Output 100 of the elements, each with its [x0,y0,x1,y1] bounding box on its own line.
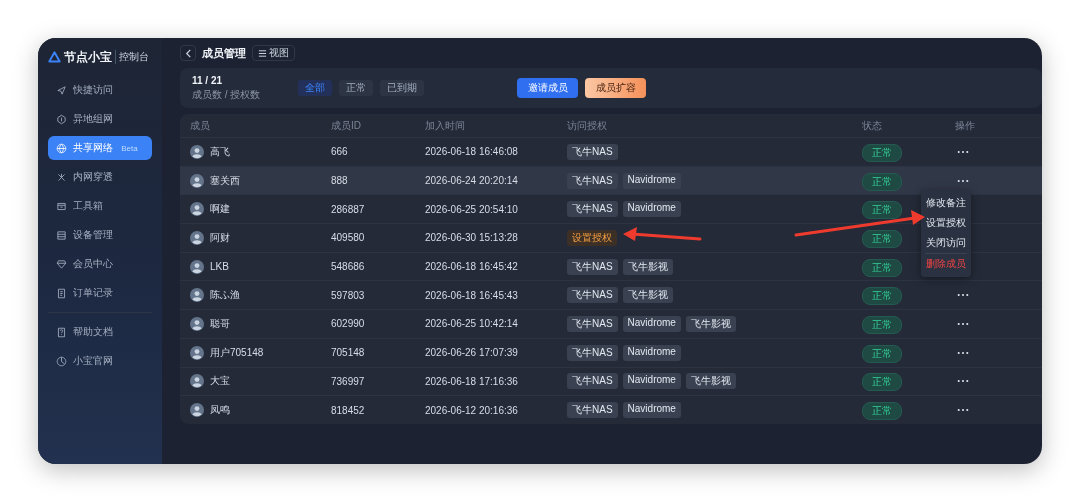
menu-item[interactable]: 修改备注 [921,192,971,213]
member-id: 705148 [331,347,366,359]
table-row[interactable]: 聪哥 602990 2026-06-25 10:42:14 飞牛NAS Navidrome 飞牛影视 正常 [180,309,1042,338]
avatar-icon [190,345,204,360]
table-row[interactable]: 高飞 666 2026-06-18 16:46:08 飞牛NAS 正常 [180,137,1042,166]
member-id: 597803 [331,289,366,301]
member-name: 塞关西 [210,173,240,188]
access-tag: 飞牛NAS [567,344,618,361]
table-row[interactable]: 凤鸣 818452 2026-06-12 20:16:36 飞牛NAS Navidrome 正常 [180,395,1042,424]
ellipsis-icon [957,321,969,326]
join-time: 2026-06-24 20:20:14 [425,175,519,187]
filter-tab[interactable]: 已到期 [380,80,424,96]
menu-icon [258,48,267,58]
ellipsis-icon [957,350,969,355]
avatar-icon [190,374,204,389]
logo-icon [48,50,61,64]
access-tag: 飞牛NAS [567,172,618,189]
nav-icon [56,355,67,367]
status-badge: 正常 [862,201,902,220]
table-row[interactable]: 用户705148 705148 2026-06-26 17:07:39 飞牛NAS Navidrome 正常 [180,337,1042,367]
avatar-icon [190,316,204,331]
menu-item[interactable]: 删除成员 [921,253,971,274]
access-tag: 飞牛影视 [622,287,673,304]
ellipsis-icon [957,379,969,384]
access-tag: 飞牛NAS [567,373,618,390]
access-tag: 飞牛NAS [567,315,618,332]
table-row[interactable]: 大宝 736997 2026-06-18 17:16:36 飞牛NAS Navidrome 飞牛影视 正常 [180,366,1042,396]
member-name: 凤鸣 [210,403,230,418]
nav-icon [56,258,67,270]
back-button[interactable] [180,45,196,61]
sidebar-item[interactable]: 共享网络 Beta [48,136,152,160]
expand-button[interactable]: 成员扩容 [585,78,646,98]
access-tag: 飞牛影视 [685,315,736,332]
table-row[interactable]: 陈ふ渔 597803 2026-06-18 16:45:43 飞牛NAS 飞牛影视 正常 [180,280,1042,310]
member-id: 818452 [331,404,366,416]
column-header: 状态 [862,118,883,133]
nav-icon [56,171,67,183]
filter-tab[interactable]: 正常 [339,80,373,96]
sidebar-item[interactable]: 工具箱 [48,194,152,218]
member-name: 啊建 [210,202,230,217]
access-tag: 飞牛NAS [567,201,618,218]
member-id: 736997 [331,375,366,387]
sidebar-item[interactable]: 会员中心 [48,252,152,276]
invite-button[interactable]: 邀请成员 [517,78,578,98]
access-tag: Navidrome [622,344,681,361]
access-tag: 飞牛NAS [567,402,618,419]
sidebar-item[interactable]: 快捷访问 [48,78,152,102]
member-name: LKB [210,261,229,273]
column-header: 成员ID [331,118,362,133]
ellipsis-icon [957,293,969,298]
nav-icon [56,113,67,125]
nav-icon [56,326,67,338]
page-title: 成员管理 [202,45,246,61]
member-id: 548686 [331,261,366,273]
status-badge: 正常 [862,172,902,191]
status-badge: 正常 [862,373,902,392]
menu-item[interactable]: 关闭访问 [921,232,971,253]
sidebar-item[interactable]: 帮助文档 [48,320,152,344]
join-time: 2026-06-18 16:45:42 [425,261,519,273]
sidebar-item[interactable]: 异地组网 [48,107,152,131]
access-tag: Navidrome [622,201,681,218]
status-badge: 正常 [862,315,902,334]
status-badge: 正常 [862,229,902,248]
status-badge: 正常 [862,344,902,363]
member-id: 602990 [331,318,366,330]
member-name: 大宝 [210,374,230,389]
avatar-icon [190,403,204,418]
avatar-icon [190,259,204,274]
view-button[interactable]: 视图 [252,45,295,61]
status-badge: 正常 [862,143,902,162]
status-badge: 正常 [862,258,902,277]
column-header: 访问授权 [567,118,608,133]
member-name: 用户705148 [210,345,264,360]
member-name: 高飞 [210,144,230,159]
ellipsis-icon [957,408,969,413]
ellipsis-icon [957,178,969,183]
member-name: 陈ふ渔 [210,288,240,303]
join-time: 2026-06-25 10:42:14 [425,318,519,330]
chevron-left-icon [183,48,193,58]
join-time: 2026-06-18 16:45:43 [425,289,519,301]
sidebar-item[interactable]: 设备管理 [48,223,152,247]
brand-subtitle: 控制台 [115,50,149,64]
member-id: 666 [331,146,349,158]
column-header: 加入时间 [425,118,466,133]
filter-tab[interactable]: 全部 [298,80,332,96]
count-caption: 成员数 / 授权数 [192,87,262,102]
set-access-button[interactable]: 设置授权 [567,229,617,246]
access-tag: Navidrome [622,315,681,332]
column-header: 成员 [190,118,211,133]
member-name: 聪哥 [210,316,230,331]
access-tag: 飞牛NAS [567,287,618,304]
access-tag: 飞牛影视 [622,258,673,275]
member-count: 11 / 21 [192,74,224,86]
column-header: 操作 [955,118,976,133]
status-badge: 正常 [862,402,902,421]
nav-icon [56,84,67,96]
sidebar-item[interactable]: 订单记录 [48,281,152,305]
sidebar-item[interactable]: 内网穿透 [48,165,152,189]
avatar-icon [190,230,204,245]
sidebar-item[interactable]: 小宝官网 [48,349,152,373]
